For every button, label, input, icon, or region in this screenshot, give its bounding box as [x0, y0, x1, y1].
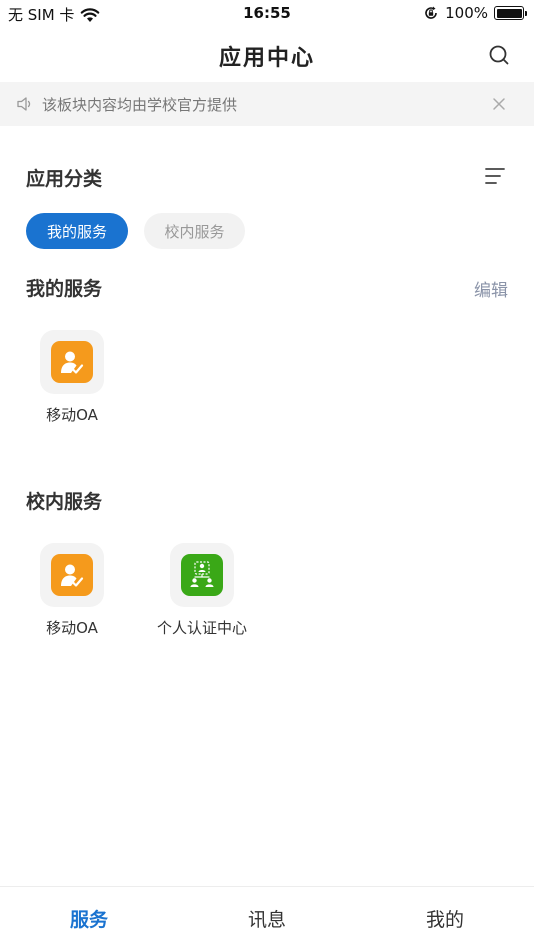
battery-percent: 100%: [445, 4, 488, 22]
app-identity-center[interactable]: 个人认证中心: [147, 543, 257, 638]
status-right: 100%: [423, 4, 527, 22]
search-icon[interactable]: [488, 44, 510, 66]
notice-text: 该板块内容均由学校官方提供: [42, 95, 238, 114]
tab-services[interactable]: 服务: [29, 905, 149, 932]
chip-my-services[interactable]: 我的服务: [26, 213, 128, 249]
battery-level-fill: [496, 8, 522, 18]
sort-list-icon[interactable]: [484, 166, 506, 186]
page-title: 应用中心: [218, 46, 315, 71]
nav-bar: 应用中心: [0, 30, 534, 80]
my-services-heading: 我的服务: [26, 278, 103, 300]
edit-button[interactable]: 编辑: [474, 276, 508, 301]
notice-banner: 该板块内容均由学校官方提供: [0, 82, 534, 126]
app-label: 移动OA: [46, 619, 98, 637]
rotation-lock-icon: [425, 6, 437, 19]
speaker-icon: [17, 97, 31, 111]
app-icon-tile: [170, 543, 234, 607]
bottom-tab-bar: 服务 讯息 我的: [0, 886, 534, 950]
app-icon-tile: [40, 330, 104, 394]
category-heading: 应用分类: [26, 168, 103, 190]
close-icon[interactable]: [490, 95, 508, 113]
app-mobile-oa[interactable]: 移动OA: [17, 330, 127, 425]
app-center-screen: 无 SIM 卡 16:55 100% 应用中心 该板块内容均由学校官方提供 应用…: [0, 0, 534, 950]
person-check-icon: [51, 554, 93, 596]
campus-services-heading: 校内服务: [26, 491, 103, 513]
app-label: 个人认证中心: [156, 619, 247, 637]
battery-icon: [494, 6, 527, 20]
person-check-icon: [51, 341, 93, 383]
app-mobile-oa[interactable]: 移动OA: [17, 543, 127, 638]
tab-mine[interactable]: 我的: [385, 905, 505, 932]
app-icon-tile: [40, 543, 104, 607]
org-chart-icon: [181, 554, 223, 596]
chip-campus-services[interactable]: 校内服务: [144, 213, 245, 249]
tab-messages[interactable]: 讯息: [207, 905, 327, 932]
status-bar: 无 SIM 卡 16:55 100%: [0, 0, 534, 28]
app-label: 移动OA: [46, 406, 98, 424]
